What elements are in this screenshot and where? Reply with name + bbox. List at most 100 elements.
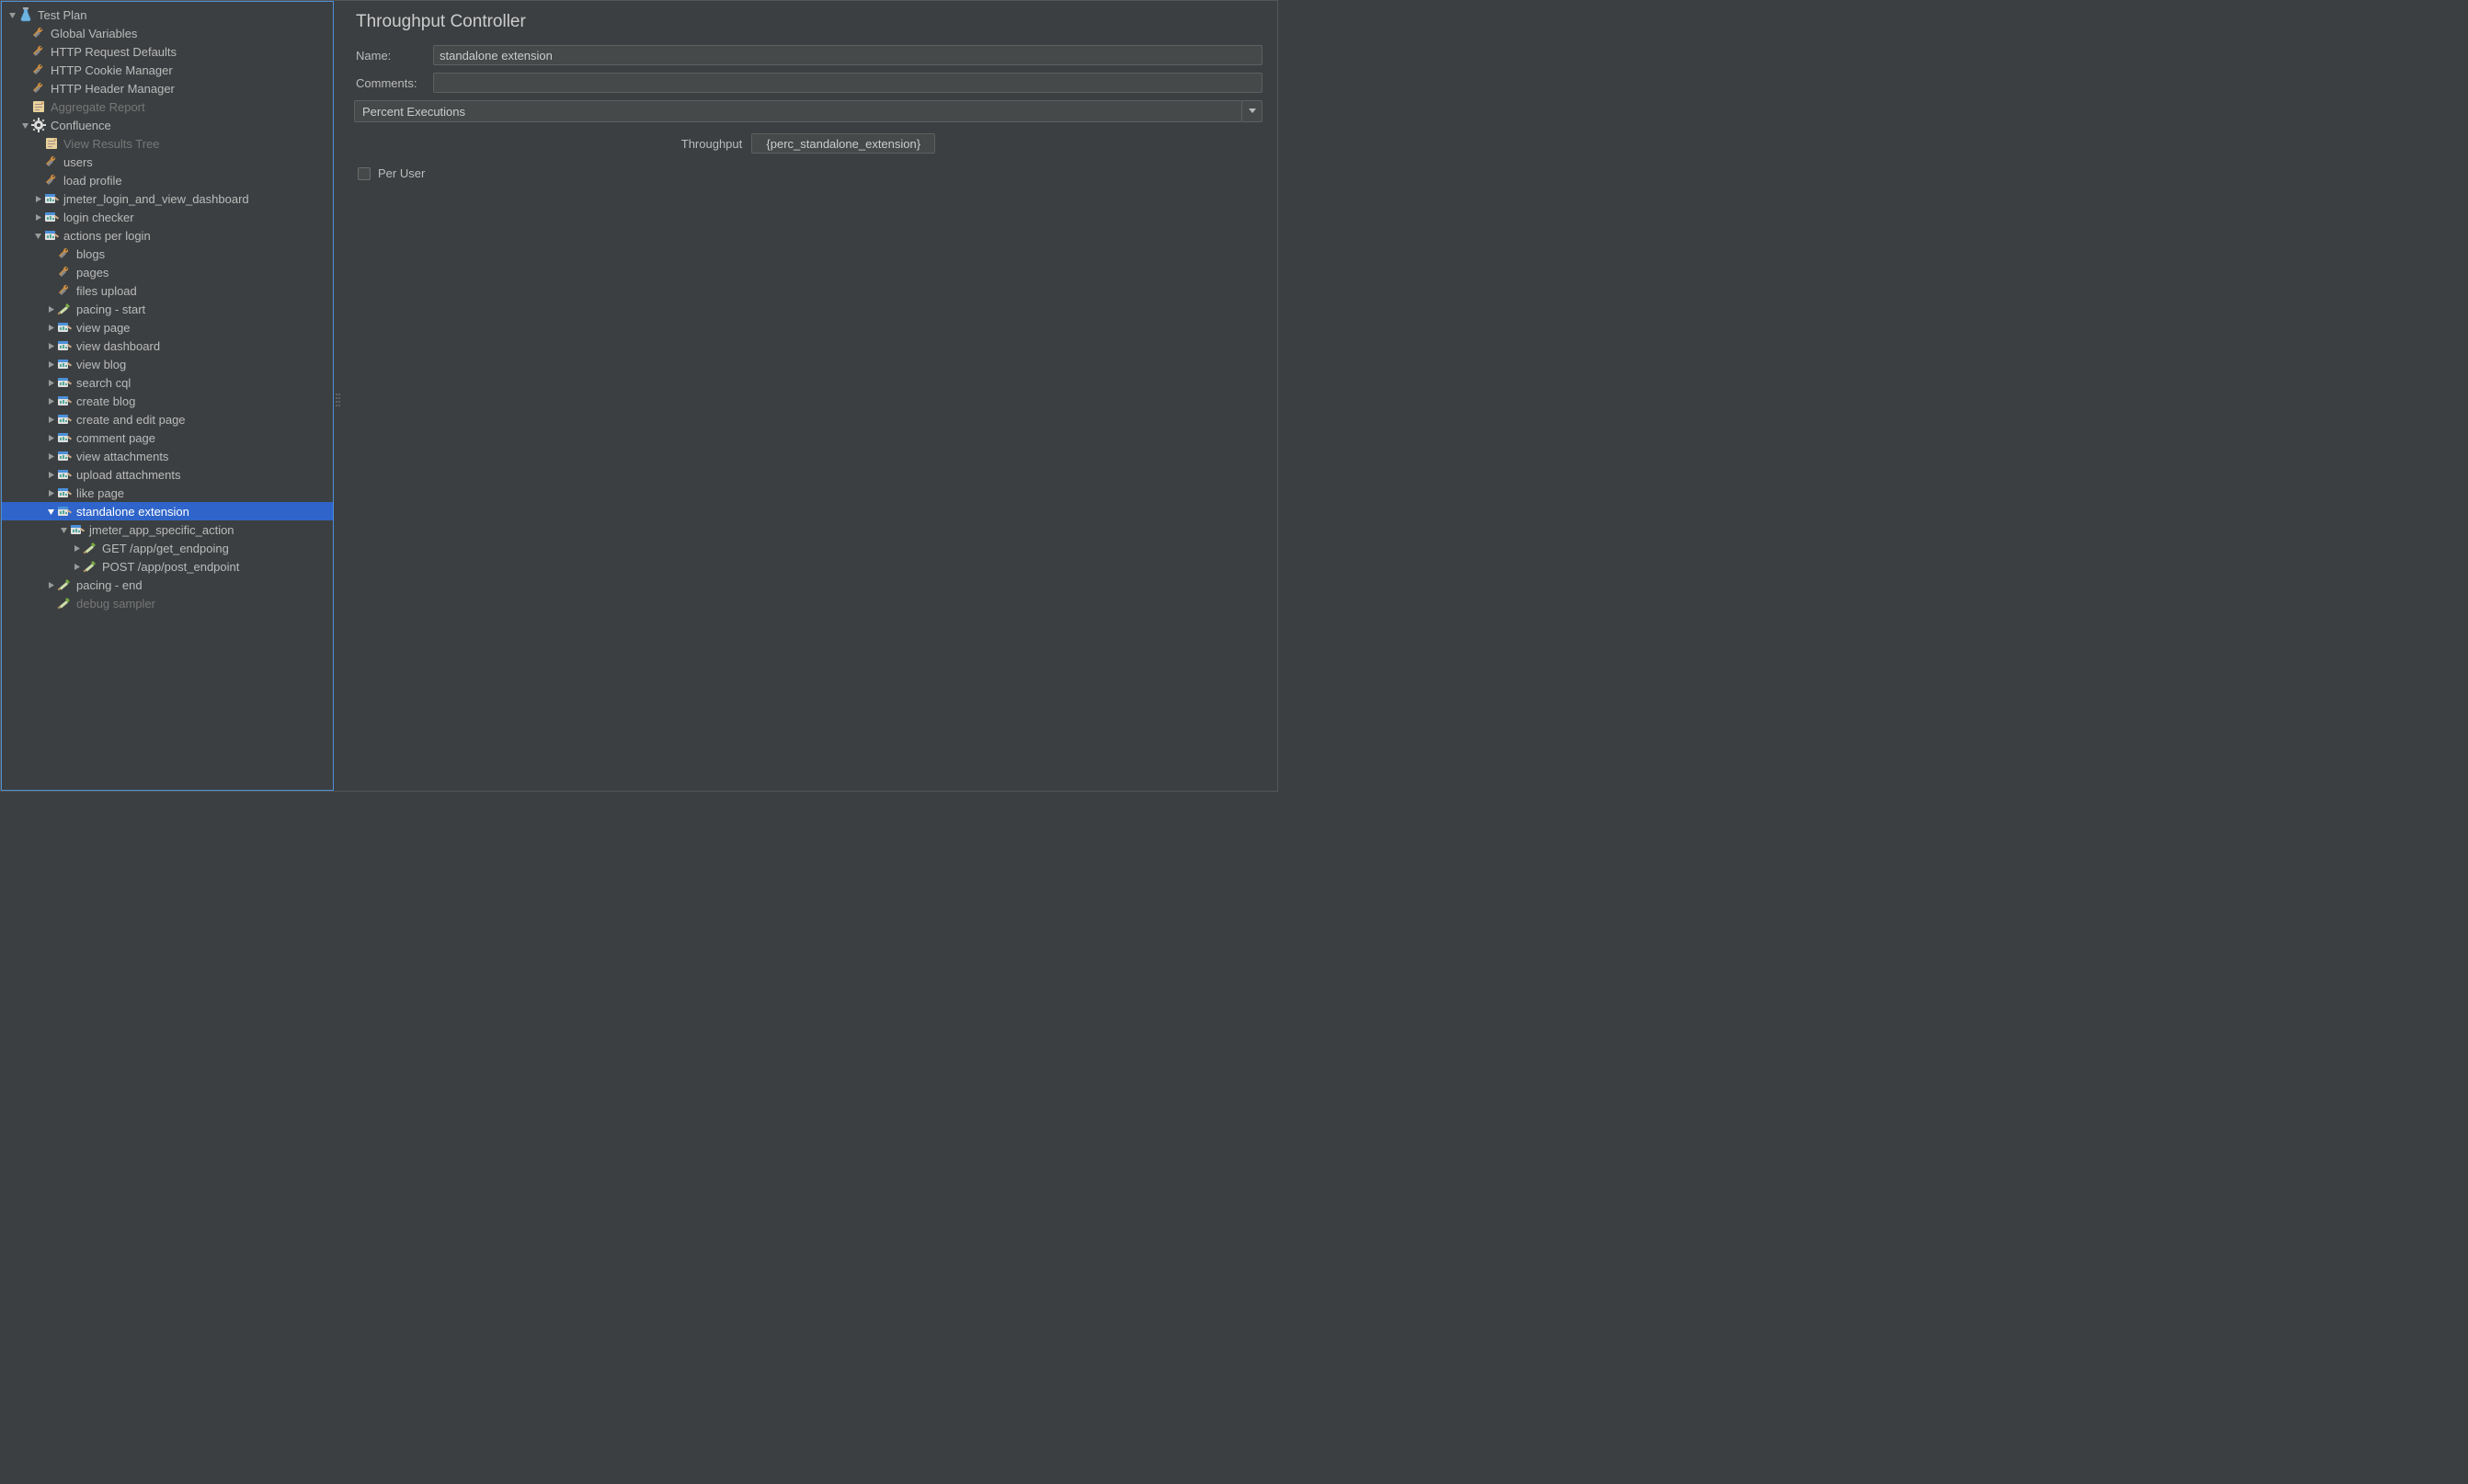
tree-item[interactable]: Aggregate Report — [2, 97, 333, 116]
tree-item-label: pacing - end — [75, 578, 143, 592]
tree-item[interactable]: comment page — [2, 428, 333, 447]
name-input[interactable] — [433, 45, 1263, 65]
tree-toggle[interactable] — [46, 304, 55, 314]
tree-item[interactable]: files upload — [2, 281, 333, 300]
tree-toggle[interactable] — [33, 212, 42, 222]
tree-item-label: view page — [75, 321, 131, 335]
sampler-icon — [57, 302, 72, 316]
tree-item[interactable]: pages — [2, 263, 333, 281]
tree-item-label: HTTP Request Defaults — [50, 45, 177, 59]
per-user-checkbox[interactable] — [358, 167, 371, 180]
tree-item[interactable]: view page — [2, 318, 333, 337]
tree-toggle[interactable] — [46, 507, 55, 516]
tree-item-label: view dashboard — [75, 339, 160, 353]
tree-item[interactable]: upload attachments — [2, 465, 333, 484]
controller-icon — [57, 320, 72, 335]
tree-toggle[interactable] — [46, 396, 55, 405]
tree-item[interactable]: Confluence — [2, 116, 333, 134]
tree-toggle[interactable] — [59, 525, 68, 534]
tree-item[interactable]: login checker — [2, 208, 333, 226]
tree-item[interactable]: view attachments — [2, 447, 333, 465]
tree-item[interactable]: debug sampler — [2, 594, 333, 612]
tree-item[interactable]: jmeter_app_specific_action — [2, 520, 333, 539]
tree-toggle[interactable] — [7, 10, 17, 19]
tree-item[interactable]: Global Variables — [2, 24, 333, 42]
tree-item[interactable]: blogs — [2, 245, 333, 263]
tree-toggle — [33, 176, 42, 185]
sampler-icon — [83, 541, 97, 555]
sampler-icon — [57, 596, 72, 611]
tree-toggle[interactable] — [46, 341, 55, 350]
tree-panel[interactable]: Test Plan Global Variables HTTP Request De… — [1, 1, 334, 791]
tree-item-label: standalone extension — [75, 505, 189, 519]
tree-item[interactable]: view dashboard — [2, 337, 333, 355]
tree-item-label: create and edit page — [75, 413, 186, 427]
controller-icon — [57, 504, 72, 519]
tree-toggle[interactable] — [46, 323, 55, 332]
comments-row: Comments: — [354, 73, 1263, 93]
main-panel: Throughput Controller Name: Comments: Pe… — [343, 1, 1277, 791]
tree-item[interactable]: HTTP Request Defaults — [2, 42, 333, 61]
tree-item[interactable]: actions per login — [2, 226, 333, 245]
tree-item-label: upload attachments — [75, 468, 180, 482]
tree-toggle[interactable] — [46, 378, 55, 387]
tree-toggle[interactable] — [46, 433, 55, 442]
throughput-input[interactable] — [751, 133, 935, 154]
tree-item[interactable]: view blog — [2, 355, 333, 373]
tree-item[interactable]: GET /app/get_endpoing — [2, 539, 333, 557]
tree-item[interactable]: standalone extension — [2, 502, 333, 520]
tree-item-label: load profile — [63, 174, 122, 188]
app-root: Test Plan Global Variables HTTP Request De… — [0, 0, 1278, 792]
tree-toggle[interactable] — [46, 470, 55, 479]
tree-toggle[interactable] — [33, 194, 42, 203]
tree-toggle[interactable] — [46, 580, 55, 589]
tree-toggle[interactable] — [46, 415, 55, 424]
tree-toggle[interactable] — [46, 451, 55, 461]
controller-icon — [44, 210, 59, 224]
tree-item[interactable]: View Results Tree — [2, 134, 333, 153]
comments-input[interactable] — [433, 73, 1263, 93]
mode-selected-label: Percent Executions — [362, 105, 465, 119]
tree-toggle[interactable] — [72, 543, 81, 553]
tree-item[interactable]: HTTP Cookie Manager — [2, 61, 333, 79]
tree-item[interactable]: create blog — [2, 392, 333, 410]
tree-item-label: Test Plan — [37, 8, 86, 22]
tree-toggle[interactable] — [46, 488, 55, 497]
mode-dropdown-button[interactable] — [1242, 100, 1263, 122]
tree-item[interactable]: pacing - end — [2, 576, 333, 594]
tree-item-label: jmeter_app_specific_action — [88, 523, 234, 537]
tree-item[interactable]: users — [2, 153, 333, 171]
tree-toggle[interactable] — [72, 562, 81, 571]
gear-icon — [31, 118, 46, 132]
tree-item[interactable]: load profile — [2, 171, 333, 189]
tree-item[interactable]: HTTP Header Manager — [2, 79, 333, 97]
tree-item[interactable]: Test Plan — [2, 6, 333, 24]
tree-item[interactable]: jmeter_login_and_view_dashboard — [2, 189, 333, 208]
wrench-icon — [44, 173, 59, 188]
tree-item-label: view blog — [75, 358, 126, 371]
tree-toggle[interactable] — [20, 120, 29, 130]
tree-toggle[interactable] — [33, 231, 42, 240]
controller-icon — [57, 357, 72, 371]
tree-item-label: View Results Tree — [63, 137, 160, 151]
mode-dropdown[interactable]: Percent Executions — [354, 100, 1242, 122]
tree-toggle[interactable] — [46, 360, 55, 369]
controller-icon — [57, 394, 72, 408]
tree-item[interactable]: POST /app/post_endpoint — [2, 557, 333, 576]
tree-item-label: comment page — [75, 431, 155, 445]
tree-toggle — [20, 84, 29, 93]
controller-icon — [57, 430, 72, 445]
tree-item[interactable]: pacing - start — [2, 300, 333, 318]
tree-item-label: like page — [75, 486, 124, 500]
name-row: Name: — [354, 45, 1263, 65]
tree-item[interactable]: search cql — [2, 373, 333, 392]
tree-item[interactable]: create and edit page — [2, 410, 333, 428]
splitter[interactable] — [334, 1, 343, 791]
tree-toggle — [33, 139, 42, 148]
per-user-label: Per User — [378, 166, 425, 180]
tree-toggle — [33, 157, 42, 166]
tree-toggle — [46, 268, 55, 277]
controller-icon — [70, 522, 85, 537]
page-title: Throughput Controller — [354, 12, 1263, 32]
tree-item[interactable]: like page — [2, 484, 333, 502]
